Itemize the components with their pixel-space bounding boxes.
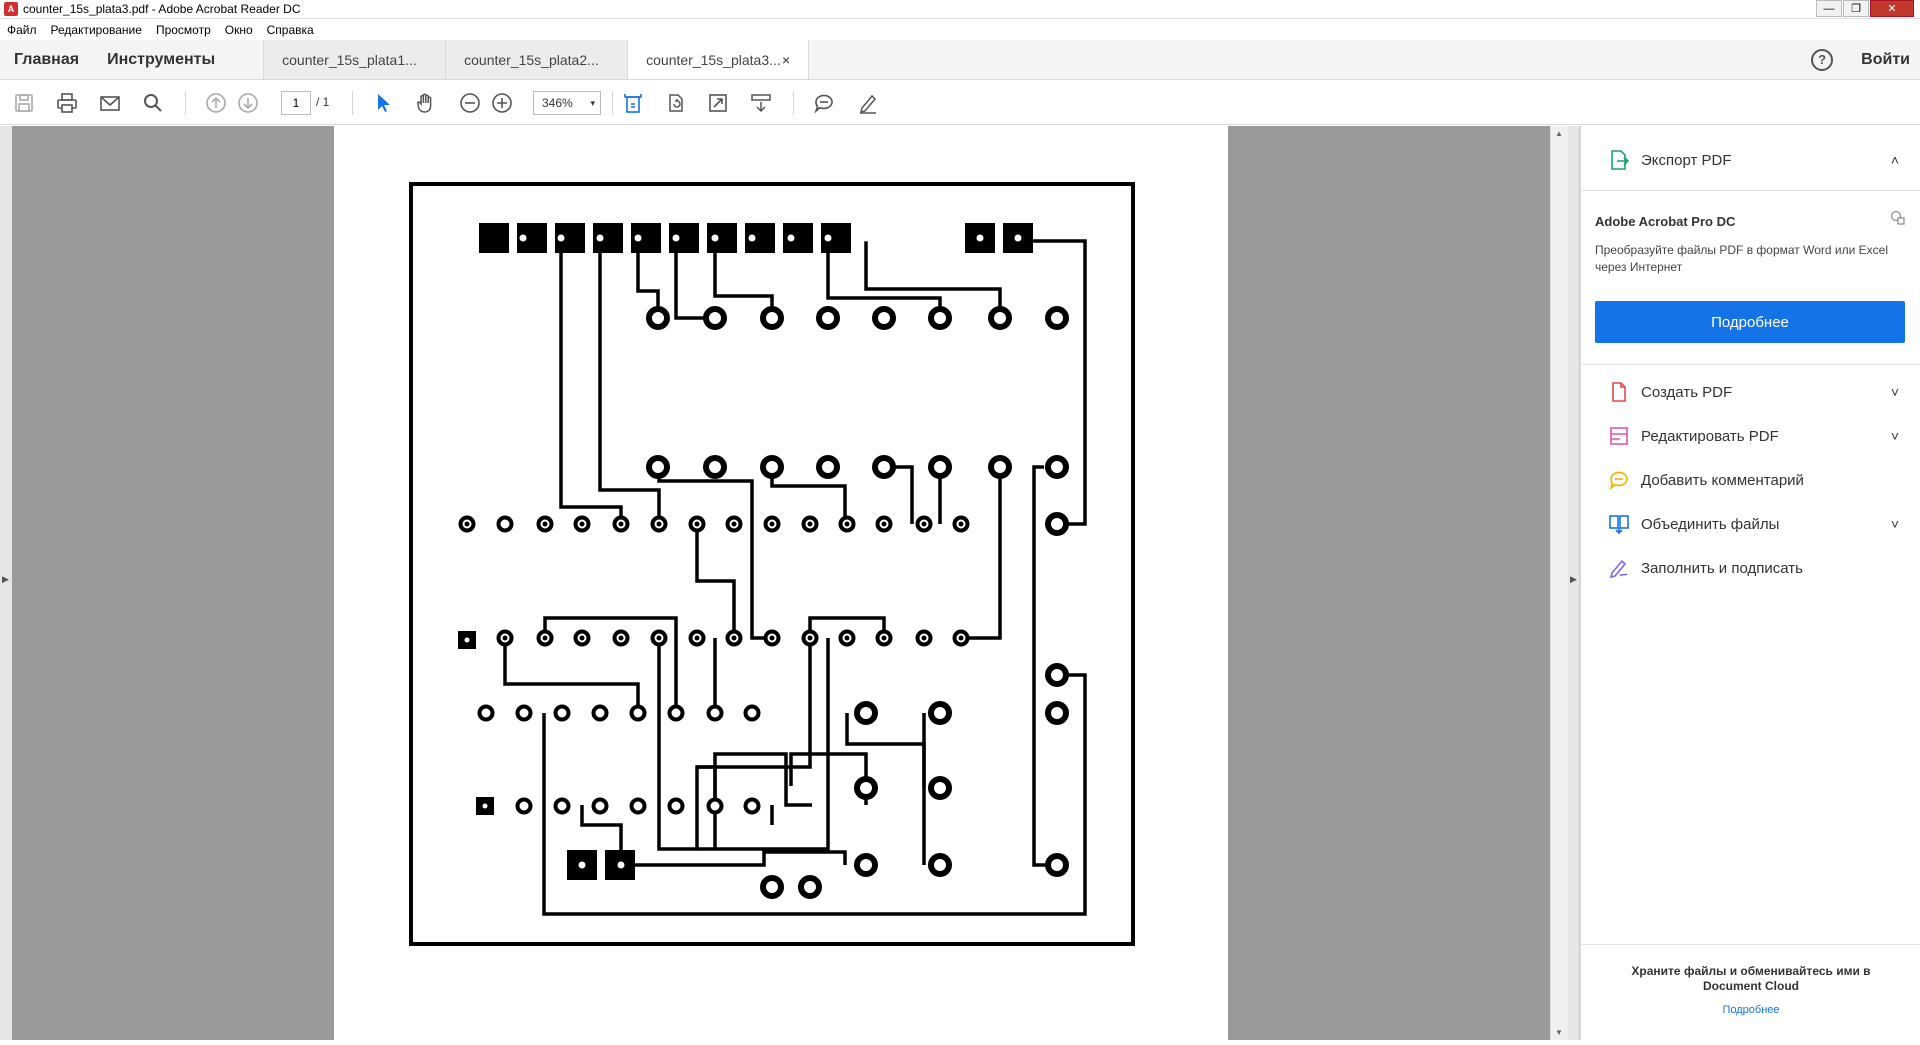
export-pdf-header[interactable]: Экспорт PDF ˄ [1581,138,1920,182]
document-cloud-link[interactable]: Подробнее [1601,1004,1901,1016]
full-screen-icon[interactable] [706,91,730,115]
add-comment-icon[interactable] [812,91,836,115]
promo-title: Adobe Acrobat Pro DC [1595,214,1736,229]
menu-help[interactable]: Справка [267,23,314,37]
tool-label: Добавить комментарий [1641,471,1804,489]
promo-info-icon[interactable] [1890,210,1906,231]
toolbar-divider [185,91,186,115]
tool-create-pdf[interactable]: Создать PDF ˅ [1581,370,1920,414]
scroll-mode-icon[interactable] [749,91,773,115]
vertical-scrollbar[interactable]: ▲ ▼ [1550,126,1568,1040]
doc-tab-label: counter_15s_plata2... [464,51,599,68]
acrobat-app-icon: A [4,2,18,16]
tab-home[interactable]: Главная [0,40,93,79]
sign-in-button[interactable]: Войти [1861,51,1910,69]
maximize-button[interactable]: ❐ [1843,0,1869,17]
chevron-down-icon: ˅ [1890,428,1899,444]
chevron-up-icon: ˄ [1890,152,1899,168]
page-total: / 1 [316,95,330,109]
zoom-out-icon[interactable] [458,91,482,115]
close-tab-icon[interactable]: × [782,52,790,68]
divider [1581,944,1920,945]
zoom-in-icon[interactable] [490,91,514,115]
tool-add-comment[interactable]: Добавить комментарий [1581,458,1920,502]
create-pdf-icon [1607,380,1631,404]
next-page-icon[interactable] [236,91,260,115]
highlight-pen-icon[interactable] [856,91,880,115]
divider [1581,190,1920,191]
pdf-page [334,126,1228,1040]
chevron-down-icon: ˅ [1890,516,1899,532]
divider [1581,364,1920,365]
previous-page-icon[interactable] [204,91,228,115]
toolbar-divider [352,91,353,115]
doc-tab-label: counter_15s_plata1... [282,51,417,68]
doc-tab-plata1[interactable]: counter_15s_plata1... [263,40,446,79]
minimize-button[interactable]: — [1816,0,1842,17]
left-panel-toggle[interactable]: ▶ [0,126,12,1040]
tool-combine-files[interactable]: Объединить файлы ˅ [1581,502,1920,546]
promo-text: Преобразуйте файлы PDF в формат Word или… [1595,243,1889,274]
tool-label: Заполнить и подписать [1641,559,1803,577]
doc-tab-plata2[interactable]: counter_15s_plata2... [445,40,628,79]
hand-tool-icon[interactable] [414,91,438,115]
tool-label: Объединить файлы [1641,515,1780,533]
tools-pane: Экспорт PDF ˄ Adobe Acrobat Pro DC Преоб… [1580,126,1920,1040]
search-icon[interactable] [141,91,165,115]
zoom-level-select[interactable]: 346% ▾ [533,91,601,115]
tool-label: Редактировать PDF [1641,427,1779,445]
window-title: counter_15s_plata3.pdf - Adobe Acrobat R… [23,2,301,16]
doc-tab-label: counter_15s_plata3... [646,51,781,68]
export-pdf-icon [1607,148,1631,172]
export-pdf-label: Экспорт PDF [1641,151,1732,169]
rotate-page-icon[interactable] [664,91,688,115]
menu-file[interactable]: Файл [7,23,37,37]
scroll-up-icon[interactable]: ▲ [1555,129,1563,138]
menu-view[interactable]: Просмотр [156,23,211,37]
fit-page-icon[interactable] [621,91,645,115]
save-icon[interactable] [12,91,36,115]
chevron-down-icon: ▾ [590,98,595,108]
collapse-right-icon: ▶ [1570,574,1577,584]
right-panel-toggle[interactable]: ▶ [1568,126,1580,1040]
chevron-down-icon: ˅ [1890,384,1899,400]
tool-label: Создать PDF [1641,383,1733,401]
toolbar: 1 / 1 346% ▾ [0,81,1920,125]
tool-fill-sign[interactable]: Заполнить и подписать [1581,546,1920,590]
menu-window[interactable]: Окно [225,23,253,37]
toolbar-divider [612,91,613,115]
edit-pdf-icon [1607,424,1631,448]
close-window-button[interactable]: ✕ [1870,0,1914,17]
select-cursor-icon[interactable] [372,91,396,115]
scroll-down-icon[interactable]: ▼ [1555,1028,1563,1037]
zoom-value: 346% [542,96,573,110]
document-cloud-text: Храните файлы и обменивайтесь ими в Docu… [1631,964,1871,993]
print-icon[interactable] [55,91,79,115]
tab-tools[interactable]: Инструменты [93,40,229,79]
email-icon[interactable] [98,91,122,115]
window-controls: — ❐ ✕ [1815,0,1914,19]
comment-icon [1607,468,1631,492]
menu-edit[interactable]: Редактирование [51,23,142,37]
help-icon[interactable]: ? [1811,48,1834,71]
page-number-input[interactable]: 1 [281,91,311,115]
toolbar-divider [793,91,794,115]
tools-list: Создать PDF ˅ Редактировать PDF ˅ Добави… [1581,370,1920,590]
fill-sign-icon [1607,556,1631,580]
tab-bar: Главная Инструменты counter_15s_plata1..… [0,40,1920,80]
menu-bar: Файл Редактирование Просмотр Окно Справк… [0,20,1920,40]
tool-edit-pdf[interactable]: Редактировать PDF ˅ [1581,414,1920,458]
combine-files-icon [1607,512,1631,536]
pcb-layout-drawing [409,182,1135,946]
doc-tab-plata3[interactable]: counter_15s_plata3... × [627,40,810,79]
title-bar: A counter_15s_plata3.pdf - Adobe Acrobat… [0,0,1920,19]
expand-left-icon: ▶ [2,574,9,584]
learn-more-button[interactable]: Подробнее [1595,301,1905,343]
